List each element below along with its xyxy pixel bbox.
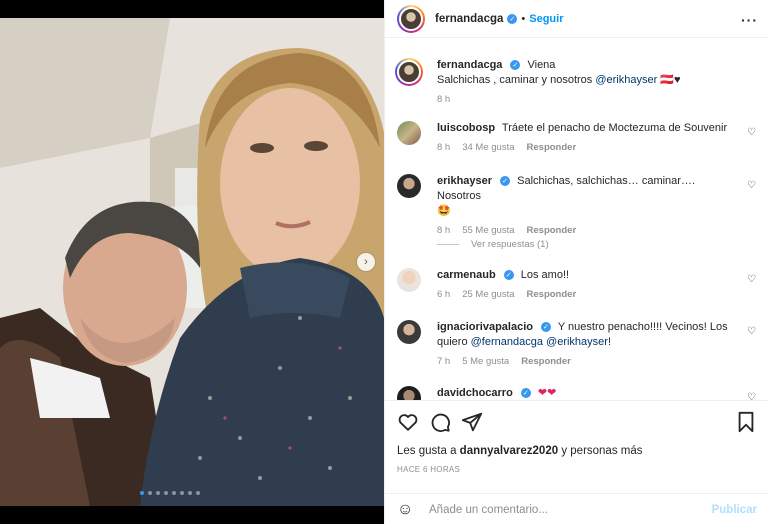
commenter-avatar[interactable] — [397, 174, 421, 198]
commenter-username[interactable]: ignaciorivapalacio — [437, 321, 533, 333]
carousel-dot — [156, 491, 160, 495]
comment-item: luiscobosp Tráete el penacho de Moctezum… — [397, 121, 757, 153]
comment-text: Tráete el penacho de Moctezuma de Souven… — [501, 122, 728, 134]
publish-button[interactable]: Publicar — [712, 504, 757, 516]
caption-emoji: 🇦🇹♥ — [660, 74, 681, 86]
comment-time[interactable]: 8 h — [437, 142, 450, 153]
carousel-dots — [140, 491, 200, 495]
comment-input[interactable]: Añade un comentario... — [429, 504, 712, 516]
comment-mention[interactable]: @erikhayser — [546, 336, 608, 348]
comment-item: davidchocarro ✓ ❤❤ ♡ — [397, 386, 757, 400]
paper-plane-icon[interactable] — [461, 411, 483, 433]
commenter-avatar[interactable] — [397, 268, 421, 292]
comment-composer: ☺ Añade un comentario... Publicar — [385, 493, 768, 524]
comment-item: carmenaub ✓ Los amo!! 6 h 25 Me gusta Res… — [397, 268, 757, 300]
comment-text: Los amo!! — [520, 269, 570, 281]
commenter-username[interactable]: erikhayser — [437, 175, 492, 187]
author-avatar[interactable] — [397, 4, 425, 33]
comment-mention[interactable]: @fernandacga — [471, 336, 543, 348]
reply-button[interactable]: Responder — [527, 289, 577, 300]
next-photo-button[interactable]: › — [357, 253, 375, 271]
post-header: fernandacga ✓ • Seguir ··· — [385, 0, 768, 38]
verified-badge-icon: ✓ — [507, 13, 518, 24]
likes-suffix[interactable]: y personas más — [561, 445, 642, 457]
comment-likes[interactable]: 34 Me gusta — [462, 142, 514, 153]
caption: fernandacga ✓ Viena Salchichas , caminar … — [395, 58, 757, 105]
likes-prefix: Les gusta a — [397, 445, 457, 457]
post-actions: Les gusta a dannyalvarez2020 y personas … — [385, 400, 768, 524]
comment-likes[interactable]: 5 Me gusta — [462, 356, 509, 367]
verified-badge-icon: ✓ — [540, 322, 551, 333]
comment-text-tail: ! — [607, 336, 612, 348]
carousel-dot — [188, 491, 192, 495]
comment-icon[interactable] — [429, 411, 451, 433]
comment-time[interactable]: 7 h — [437, 356, 450, 367]
author-username[interactable]: fernandacga — [435, 13, 503, 25]
caption-mention[interactable]: @erikhayser — [595, 74, 657, 86]
separator-dot: • — [521, 12, 526, 25]
replies-divider — [437, 244, 459, 245]
caption-time[interactable]: 8 h — [437, 94, 450, 105]
comment-like-heart-icon[interactable]: ♡ — [747, 180, 757, 191]
carousel-dot — [140, 491, 144, 495]
comment-like-heart-icon[interactable]: ♡ — [747, 326, 757, 337]
ellipsis-icon[interactable]: ··· — [741, 12, 758, 28]
carousel-dot — [196, 491, 200, 495]
comment-text: ❤❤ — [537, 387, 557, 399]
carousel-dot — [148, 491, 152, 495]
commenter-avatar[interactable] — [397, 121, 421, 145]
caption-location[interactable]: Viena — [527, 59, 555, 71]
comments-list[interactable]: fernandacga ✓ Viena Salchichas , caminar … — [385, 44, 768, 400]
post-timestamp[interactable]: HACE 6 HORAS — [397, 465, 460, 474]
likes-user[interactable]: dannyalvarez2020 — [460, 445, 558, 457]
verified-badge-icon: ✓ — [503, 270, 514, 281]
comment-like-heart-icon[interactable]: ♡ — [747, 274, 757, 285]
verified-badge-icon: ✓ — [520, 388, 531, 399]
follow-button[interactable]: Seguir — [529, 13, 563, 25]
smiley-icon[interactable]: ☺ — [397, 501, 419, 519]
carousel-dot — [180, 491, 184, 495]
commenter-username[interactable]: davidchocarro — [437, 387, 513, 399]
caption-avatar[interactable] — [395, 58, 423, 86]
comment-time[interactable]: 8 h — [437, 225, 450, 236]
bookmark-icon[interactable] — [735, 411, 757, 433]
selfie-image — [0, 18, 384, 506]
commenter-username[interactable]: carmenaub — [437, 269, 496, 281]
view-replies-label[interactable]: Ver respuestas (1) — [471, 239, 549, 250]
action-bar — [397, 411, 757, 435]
comment-likes[interactable]: 25 Me gusta — [462, 289, 514, 300]
comment-time[interactable]: 6 h — [437, 289, 450, 300]
comment-item: erikhayser ✓ Salchichas, salchichas… cami… — [397, 174, 757, 236]
comment-item: ignaciorivapalacio ✓ Y nuestro penacho!!!… — [397, 320, 757, 367]
comment-emoji: 🤩 — [437, 205, 451, 217]
comment-likes[interactable]: 55 Me gusta — [462, 225, 514, 236]
commenter-avatar[interactable] — [397, 320, 421, 344]
post-photo[interactable]: › — [0, 18, 384, 506]
commenter-avatar[interactable] — [397, 386, 421, 400]
carousel-dot — [172, 491, 176, 495]
comment-like-heart-icon[interactable]: ♡ — [747, 127, 757, 138]
carousel-dot — [164, 491, 168, 495]
comment-like-heart-icon[interactable]: ♡ — [747, 392, 757, 400]
post-side-panel: fernandacga ✓ • Seguir ··· fernandacga ✓ … — [384, 0, 768, 524]
caption-username[interactable]: fernandacga — [437, 59, 502, 71]
reply-button[interactable]: Responder — [527, 142, 577, 153]
heart-icon[interactable] — [397, 411, 419, 433]
verified-badge-icon: ✓ — [510, 60, 521, 71]
likes-summary[interactable]: Les gusta a dannyalvarez2020 y personas … — [397, 445, 643, 457]
reply-button[interactable]: Responder — [521, 356, 571, 367]
view-replies-button[interactable]: Ver respuestas (1) — [437, 239, 549, 250]
reply-button[interactable]: Responder — [527, 225, 577, 236]
verified-badge-icon: ✓ — [500, 176, 511, 187]
caption-text: Salchichas , caminar y nosotros — [437, 74, 593, 86]
commenter-username[interactable]: luiscobosp — [437, 122, 495, 134]
